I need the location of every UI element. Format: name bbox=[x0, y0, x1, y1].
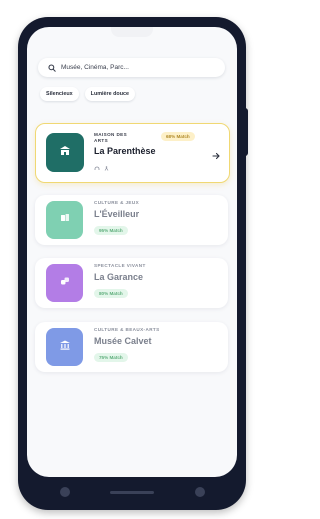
feature-icons bbox=[94, 158, 156, 176]
arrow-right-icon[interactable] bbox=[211, 148, 221, 160]
search-bar[interactable]: Musée, Cinéma, Parc... bbox=[38, 58, 225, 77]
stage: Musée, Cinéma, Parc... Silencieux Lumièr… bbox=[0, 0, 272, 519]
home-indicator[interactable] bbox=[110, 491, 154, 494]
notch bbox=[111, 27, 153, 37]
place-category: MAISON DES ARTS bbox=[94, 132, 134, 144]
filter-chips: Silencieux Lumière douce bbox=[40, 87, 136, 101]
museum-icon bbox=[59, 338, 71, 356]
place-card[interactable]: CULTURE & BEAUX-ARTS Musée Calvet 75% Ma… bbox=[35, 322, 228, 372]
place-tile bbox=[46, 133, 84, 172]
place-info: CULTURE & JEUX L'Éveilleur 95% Match bbox=[94, 200, 139, 237]
place-title: L'Éveilleur bbox=[94, 209, 140, 219]
headphones-icon bbox=[94, 158, 100, 176]
place-tile bbox=[46, 264, 83, 302]
masks-icon bbox=[59, 274, 71, 292]
building-icon bbox=[59, 144, 71, 162]
place-tile bbox=[46, 201, 83, 239]
place-info: MAISON DES ARTS La Parenthèse bbox=[94, 132, 156, 176]
filter-chip-silencieux[interactable]: Silencieux bbox=[40, 87, 79, 101]
place-category: CULTURE & BEAUX-ARTS bbox=[94, 327, 160, 332]
place-title: La Parenthèse bbox=[94, 146, 156, 156]
place-title: Musée Calvet bbox=[94, 336, 152, 346]
place-card[interactable]: SPECTACLE VIVANT La Garance 80% Match bbox=[35, 258, 228, 308]
filter-chip-lumiere-douce[interactable]: Lumière douce bbox=[84, 87, 136, 101]
match-badge: 68% Match bbox=[161, 132, 195, 141]
place-category: SPECTACLE VIVANT bbox=[94, 263, 146, 268]
phone-screen: Musée, Cinéma, Parc... Silencieux Lumièr… bbox=[27, 27, 237, 477]
side-button bbox=[244, 108, 248, 156]
place-info: SPECTACLE VIVANT La Garance 80% Match bbox=[94, 263, 146, 300]
match-badge: 80% Match bbox=[94, 289, 128, 298]
place-card-featured[interactable]: MAISON DES ARTS La Parenthèse 68% Match bbox=[35, 123, 230, 183]
place-tile bbox=[46, 328, 83, 366]
search-input[interactable]: Musée, Cinéma, Parc... bbox=[61, 64, 129, 71]
book-icon bbox=[59, 211, 71, 229]
search-icon bbox=[47, 63, 57, 73]
accessibility-icon bbox=[104, 158, 109, 176]
match-badge: 75% Match bbox=[94, 353, 128, 362]
nav-recent-button[interactable] bbox=[195, 487, 205, 497]
category-line-2: ARTS bbox=[94, 138, 109, 143]
place-title: La Garance bbox=[94, 272, 144, 282]
nav-back-button[interactable] bbox=[60, 487, 70, 497]
match-badge: 95% Match bbox=[94, 226, 128, 235]
place-category: CULTURE & JEUX bbox=[94, 200, 140, 205]
place-card[interactable]: CULTURE & JEUX L'Éveilleur 95% Match bbox=[35, 195, 228, 245]
place-info: CULTURE & BEAUX-ARTS Musée Calvet 75% Ma… bbox=[94, 327, 160, 364]
